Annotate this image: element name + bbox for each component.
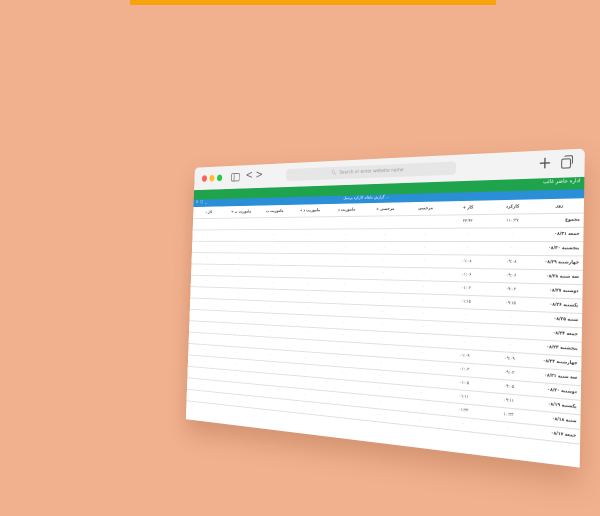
value-cell: - xyxy=(327,229,365,242)
column-header[interactable]: کار + xyxy=(446,200,490,215)
value-cell: - xyxy=(445,241,489,255)
value-cell: - xyxy=(223,241,256,253)
column-header[interactable]: ماموریت ب + xyxy=(225,206,258,219)
value-cell: ۲۲:۴۲ xyxy=(446,214,490,228)
tabs-overview-icon[interactable] xyxy=(561,158,571,168)
value-cell: - xyxy=(251,396,286,412)
device-frame: < > 🔍︎ Search or enter website name + اد… xyxy=(205,151,537,452)
value-cell: - xyxy=(326,254,364,267)
value-cell: - xyxy=(291,241,327,253)
value-cell: - xyxy=(363,279,403,293)
value-cell: - xyxy=(403,280,445,294)
value-cell: - xyxy=(364,241,404,254)
value-cell xyxy=(365,216,405,229)
value-cell: - xyxy=(286,399,323,415)
forward-icon[interactable]: > xyxy=(255,169,263,183)
value-cell xyxy=(327,216,365,229)
value-cell: ۰۹:۰۶ xyxy=(488,269,534,284)
column-header[interactable]: ماموریت د + xyxy=(292,204,328,217)
day-cell: چهارشنبه ۰۸/۲۹ xyxy=(535,256,584,271)
value-cell: - xyxy=(404,254,446,268)
report-table: روز کارکرد کار + مرخصی مرخصی + ماموریت د مامور… xyxy=(186,198,584,444)
value-cell: - xyxy=(327,241,365,254)
zoom-window-button[interactable] xyxy=(217,175,222,182)
search-icon: 🔍︎ xyxy=(331,170,336,175)
column-header[interactable]: مرخصی xyxy=(405,201,447,215)
value-cell: - xyxy=(191,253,223,265)
value-cell: - xyxy=(322,403,360,420)
value-cell: - xyxy=(290,278,326,291)
value-cell: - xyxy=(326,278,364,292)
column-header[interactable]: کار - xyxy=(193,206,225,218)
value-cell: - xyxy=(223,253,256,265)
value-cell: - xyxy=(222,276,255,289)
value-cell: - xyxy=(489,242,535,256)
value-cell: - xyxy=(365,229,405,242)
value-cell: - xyxy=(489,228,535,242)
value-cell: ۰۹:۰۸ xyxy=(489,255,535,269)
value-cell: - xyxy=(360,407,400,424)
sidebar-icon[interactable] xyxy=(231,173,240,182)
value-cell: - xyxy=(192,241,224,253)
value-cell: - xyxy=(256,265,291,278)
column-header[interactable]: مرخصی + xyxy=(365,202,405,216)
value-cell: ۰۹:۰۳ xyxy=(488,282,534,297)
value-cell: - xyxy=(404,228,446,241)
value-cell: - xyxy=(256,241,291,253)
column-header[interactable]: روز xyxy=(536,198,584,213)
value-cell: - xyxy=(404,241,446,254)
value-cell: - xyxy=(364,254,404,267)
day-cell: سه شنبه ۰۸/۲۸ xyxy=(534,269,583,284)
browser-window: < > 🔍︎ Search or enter website name + اد… xyxy=(186,149,585,468)
value-cell: - xyxy=(192,230,224,242)
value-cell: - xyxy=(191,275,223,287)
value-cell: - xyxy=(224,230,257,242)
table-body: مجموع ۱۱۰:۳۷ ۲۲:۴۲ جمعه ۰۸/۳۱- - - - - - - - - پنجشن… xyxy=(186,213,583,444)
value-cell: - xyxy=(218,392,251,407)
column-header[interactable]: ماموریت ب xyxy=(257,205,292,218)
value-cell: - xyxy=(290,253,326,266)
column-header[interactable]: کارکرد xyxy=(490,199,536,214)
minimize-window-button[interactable] xyxy=(209,175,214,182)
value-cell: ۰۱:۰۶ xyxy=(445,268,489,282)
value-cell: ۱۱۰:۳۷ xyxy=(490,214,536,228)
value-cell: - xyxy=(446,228,490,242)
back-icon[interactable]: < xyxy=(245,169,253,183)
value-cell: - xyxy=(255,277,290,290)
day-cell: دوشنبه ۰۸/۲۷ xyxy=(534,283,583,299)
table-row[interactable]: جمعه ۰۸/۳۱- - - - - - - - - xyxy=(192,227,583,241)
value-cell xyxy=(257,217,292,229)
value-cell xyxy=(224,218,257,230)
value-cell: - xyxy=(191,264,223,276)
address-bar[interactable]: 🔍︎ Search or enter website name xyxy=(286,161,456,181)
value-cell: - xyxy=(291,229,327,241)
value-cell: - xyxy=(290,266,326,279)
value-cell xyxy=(193,218,225,230)
value-cell: - xyxy=(186,389,218,404)
value-cell: ۰۱:۰۳ xyxy=(444,281,488,296)
day-cell: جمعه ۰۸/۳۱ xyxy=(535,227,583,241)
value-cell: - xyxy=(257,229,292,241)
scene: < > 🔍︎ Search or enter website name + اد… xyxy=(0,0,600,516)
report-table-container: روز کارکرد کار + مرخصی مرخصی + ماموریت د مامور… xyxy=(186,198,584,467)
value-cell xyxy=(405,215,447,229)
value-cell: - xyxy=(364,267,404,281)
value-cell xyxy=(291,217,327,230)
value-cell: ۰۱:۰۸ xyxy=(445,255,489,269)
value-cell: - xyxy=(223,264,256,276)
app-title: اداره حاضر غائب xyxy=(543,178,581,185)
new-tab-icon[interactable]: + xyxy=(538,153,552,173)
value-cell: - xyxy=(403,267,445,281)
value-cell: - xyxy=(400,411,442,429)
value-cell: - xyxy=(256,253,291,265)
close-window-button[interactable] xyxy=(202,175,207,182)
day-cell: پنجشنبه ۰۸/۳۰ xyxy=(535,242,584,256)
day-cell: مجموع xyxy=(535,213,583,228)
value-cell: - xyxy=(326,266,364,279)
address-bar-placeholder: Search or enter website name xyxy=(339,167,403,175)
column-header[interactable]: ماموریت د xyxy=(328,203,366,217)
